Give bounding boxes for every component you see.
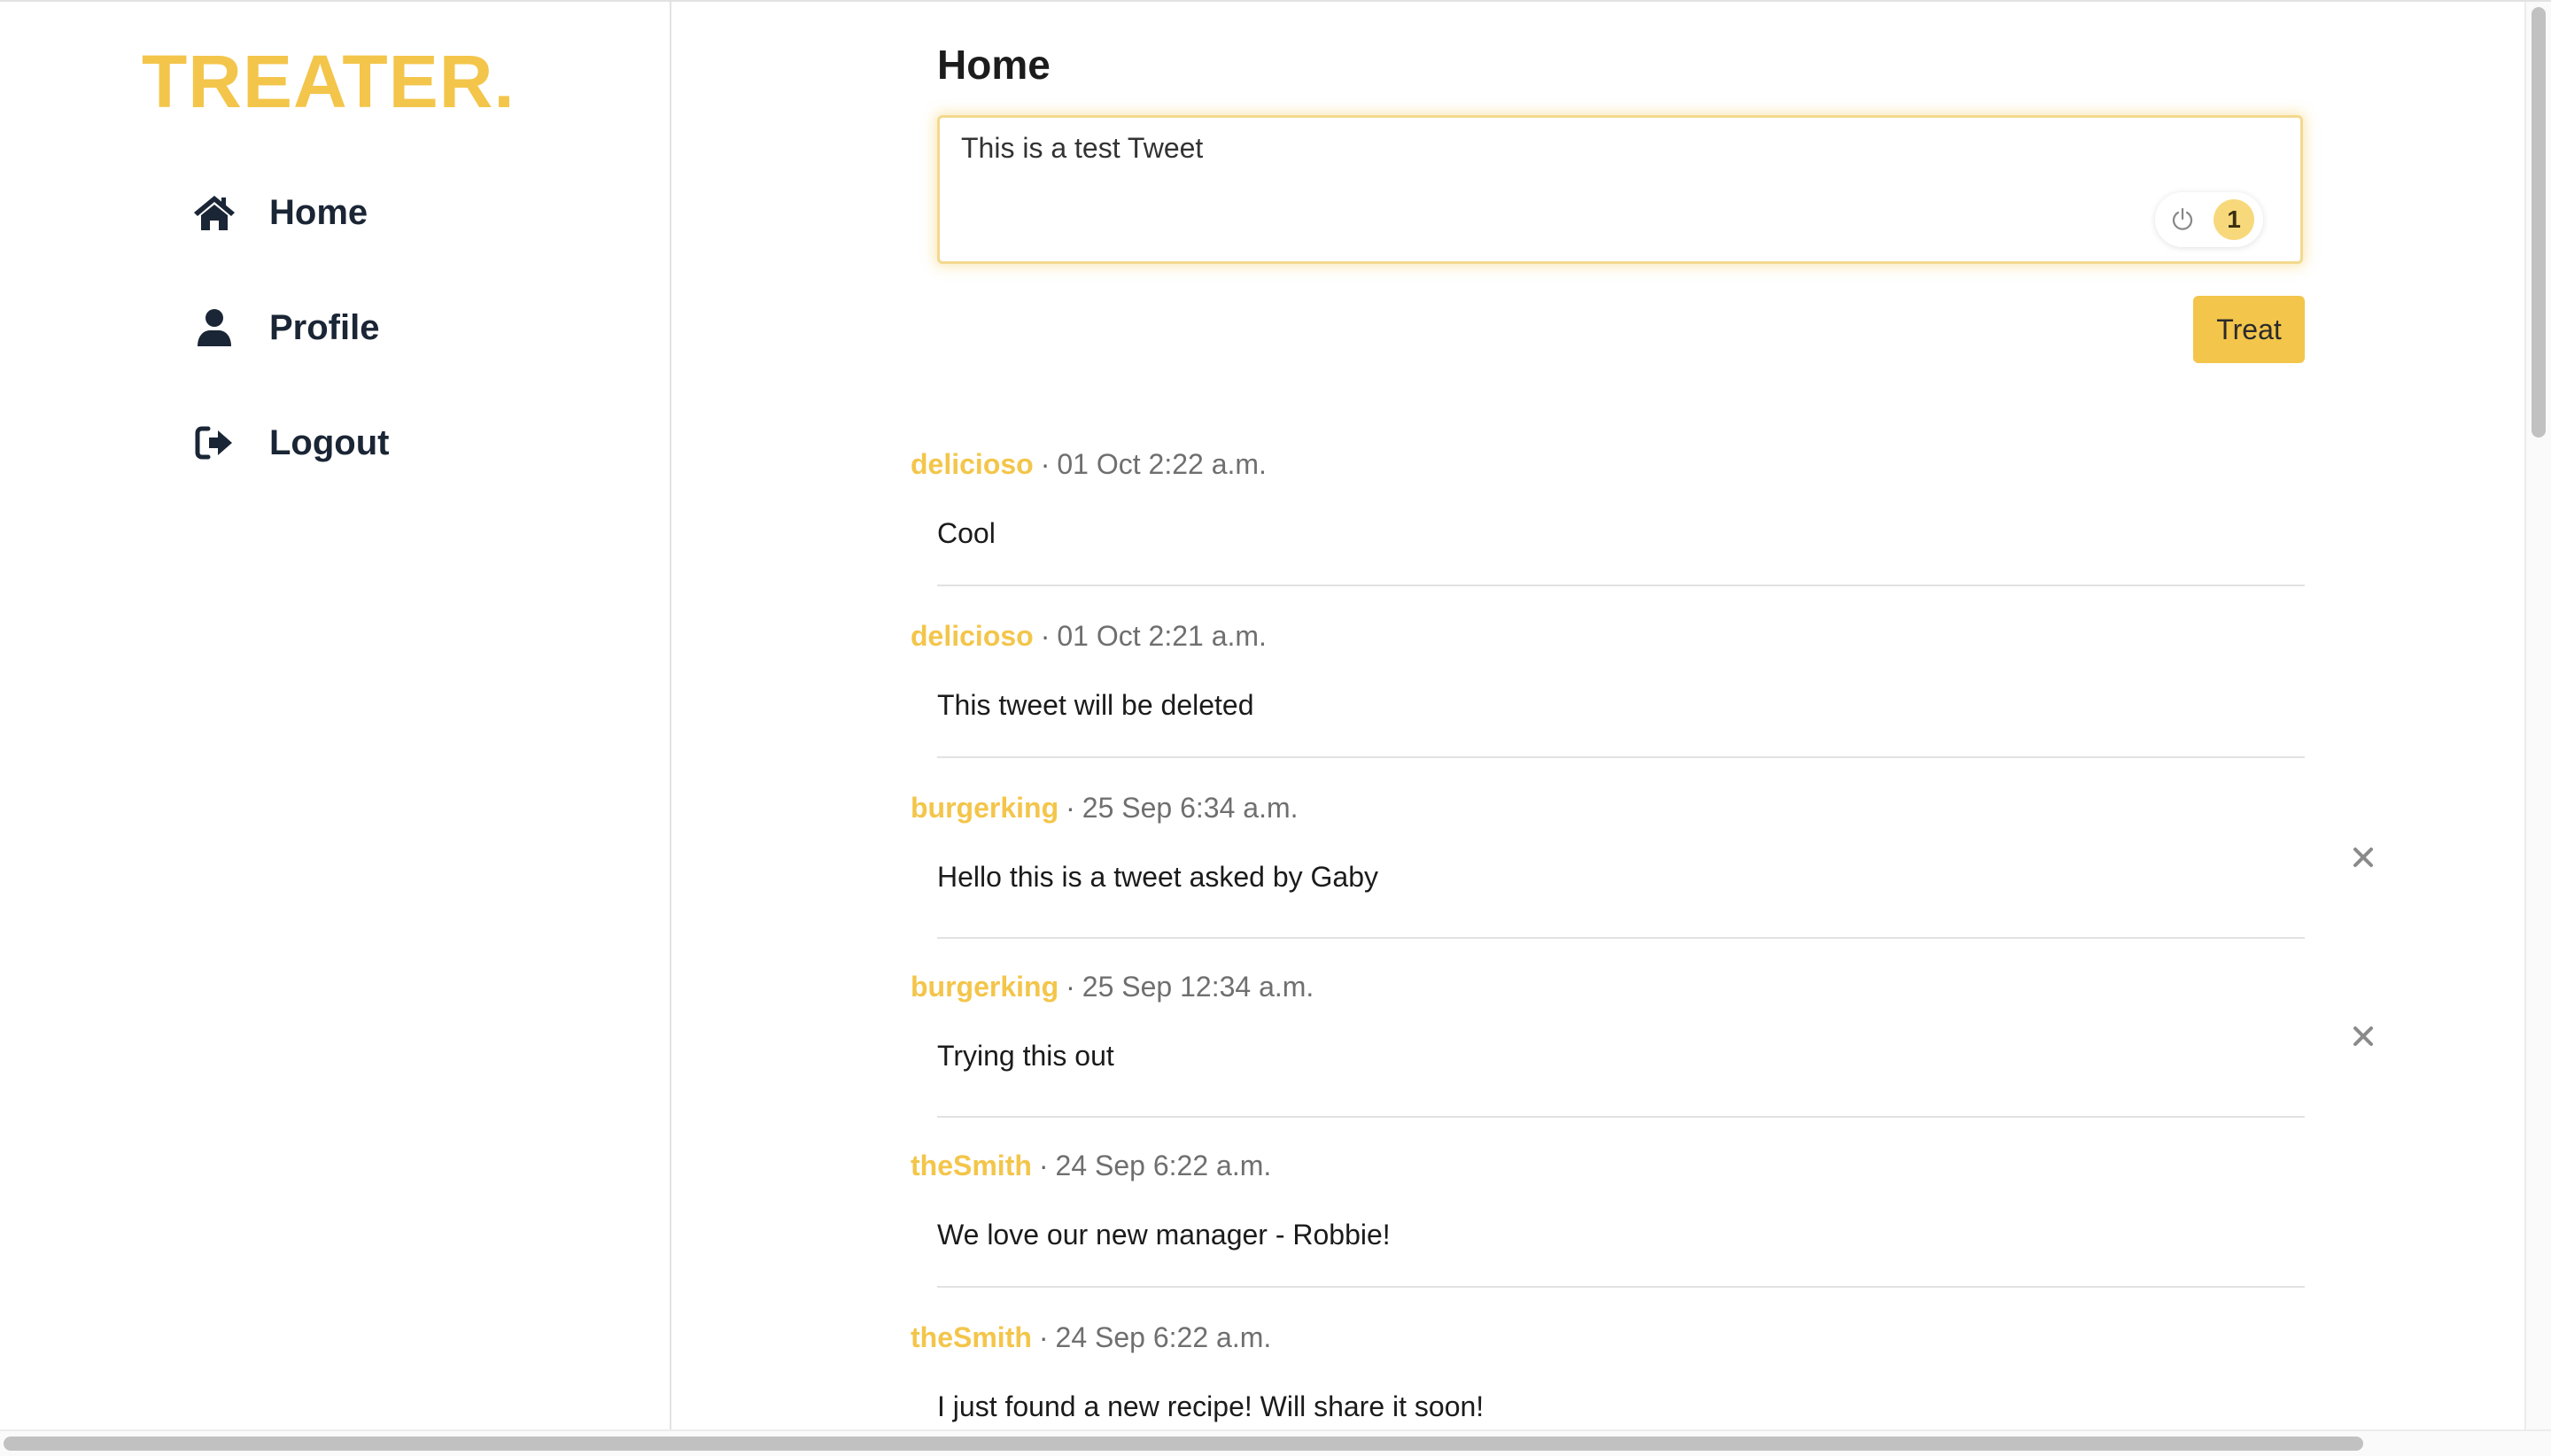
delete-icon[interactable] <box>2346 1018 2381 1054</box>
tweet-meta: delicioso · 01 Oct 2:21 a.m. <box>911 618 2305 654</box>
user-icon <box>191 305 237 351</box>
tweet-meta: theSmith · 24 Sep 6:22 a.m. <box>911 1320 2305 1355</box>
tweet-author[interactable]: theSmith <box>911 1150 1032 1181</box>
tweet-date: 01 Oct 2:22 a.m. <box>1057 448 1267 480</box>
tweet-date: 24 Sep 6:22 a.m. <box>1055 1321 1272 1353</box>
sidebar-item-profile[interactable]: Profile <box>191 292 379 363</box>
tweet-date: 24 Sep 6:22 a.m. <box>1055 1150 1272 1181</box>
tweet-meta: burgerking · 25 Sep 12:34 a.m. <box>911 969 2305 1004</box>
tweet-author[interactable]: burgerking <box>911 792 1058 824</box>
tweet-divider <box>937 937 2305 939</box>
tweet-divider <box>937 1286 2305 1288</box>
meta-separator: · <box>1066 792 1075 824</box>
meta-separator: · <box>1040 448 1051 480</box>
tweet-text: This tweet will be deleted <box>937 689 1254 721</box>
page: TREATER. Home Profile Logout Home This i… <box>0 0 2551 1456</box>
tweet-text: We love our new manager - Robbie! <box>937 1219 1391 1251</box>
tweet-date: 25 Sep 6:34 a.m. <box>1082 792 1299 824</box>
home-icon <box>191 190 237 236</box>
sign-out-icon <box>191 420 237 466</box>
treat-button[interactable]: Treat <box>2193 296 2305 363</box>
vertical-scrollbar-thumb[interactable] <box>2532 7 2546 438</box>
tweet-item: theSmith · 24 Sep 6:22 a.m. We love our ne… <box>911 1148 2305 1288</box>
sidebar-item-label: Profile <box>269 307 380 347</box>
tweet-divider <box>937 1116 2305 1118</box>
meta-separator: · <box>1040 620 1051 652</box>
meta-separator: · <box>1038 1150 1049 1181</box>
horizontal-scrollbar-thumb[interactable] <box>4 1437 2363 1451</box>
meta-separator: · <box>1066 971 1075 1003</box>
tweet-text: I just found a new recipe! Will share it… <box>937 1390 1485 1422</box>
tweet-author[interactable]: delicioso <box>911 620 1034 652</box>
tweet-item: burgerking · 25 Sep 12:34 a.m. Trying this… <box>911 969 2373 1118</box>
sidebar-item-home[interactable]: Home <box>191 177 368 248</box>
horizontal-scrollbar[interactable] <box>0 1429 2551 1456</box>
tweet-divider <box>937 756 2305 758</box>
tweet-author[interactable]: burgerking <box>911 971 1058 1003</box>
sidebar-item-label: Logout <box>269 422 390 462</box>
power-icon[interactable] <box>2167 205 2198 235</box>
sidebar: TREATER. Home Profile Logout <box>0 2 671 1456</box>
tweet-item: theSmith · 24 Sep 6:22 a.m. I just found a… <box>911 1320 2305 1424</box>
tweet-divider <box>937 585 2305 586</box>
tweet-composer[interactable]: This is a test Tweet 1 <box>937 115 2303 264</box>
tweet-text: Hello this is a tweet asked by Gaby <box>937 861 1379 893</box>
sidebar-item-logout[interactable]: Logout <box>191 407 390 478</box>
delete-icon[interactable] <box>2346 840 2381 875</box>
tweet-date: 25 Sep 12:34 a.m. <box>1082 971 1314 1003</box>
logo[interactable]: TREATER. <box>142 37 516 126</box>
tweet-item: burgerking · 25 Sep 6:34 a.m. Hello this i… <box>911 790 2373 939</box>
vertical-scrollbar[interactable] <box>2524 2 2551 1431</box>
main-content: Home This is a test Tweet 1 Treat delici… <box>673 2 2524 1456</box>
tweet-meta: burgerking · 25 Sep 6:34 a.m. <box>911 790 2305 825</box>
composer-tools[interactable]: 1 <box>2155 192 2263 247</box>
count-badge: 1 <box>2214 199 2254 240</box>
tweet-item: delicioso · 01 Oct 2:22 a.m. Cool <box>911 446 2305 586</box>
sidebar-item-label: Home <box>269 192 368 232</box>
composer-input-text[interactable]: This is a test Tweet <box>961 132 1203 165</box>
tweet-meta: delicioso · 01 Oct 2:22 a.m. <box>911 446 2305 482</box>
tweet-date: 01 Oct 2:21 a.m. <box>1057 620 1267 652</box>
tweet-author[interactable]: delicioso <box>911 448 1034 480</box>
page-title: Home <box>937 42 1051 88</box>
tweet-text: Cool <box>937 517 996 549</box>
tweet-author[interactable]: theSmith <box>911 1321 1032 1353</box>
meta-separator: · <box>1038 1321 1049 1353</box>
tweet-text: Trying this out <box>937 1040 1114 1072</box>
tweet-item: delicioso · 01 Oct 2:21 a.m. This tweet wi… <box>911 618 2305 758</box>
tweet-meta: theSmith · 24 Sep 6:22 a.m. <box>911 1148 2305 1183</box>
